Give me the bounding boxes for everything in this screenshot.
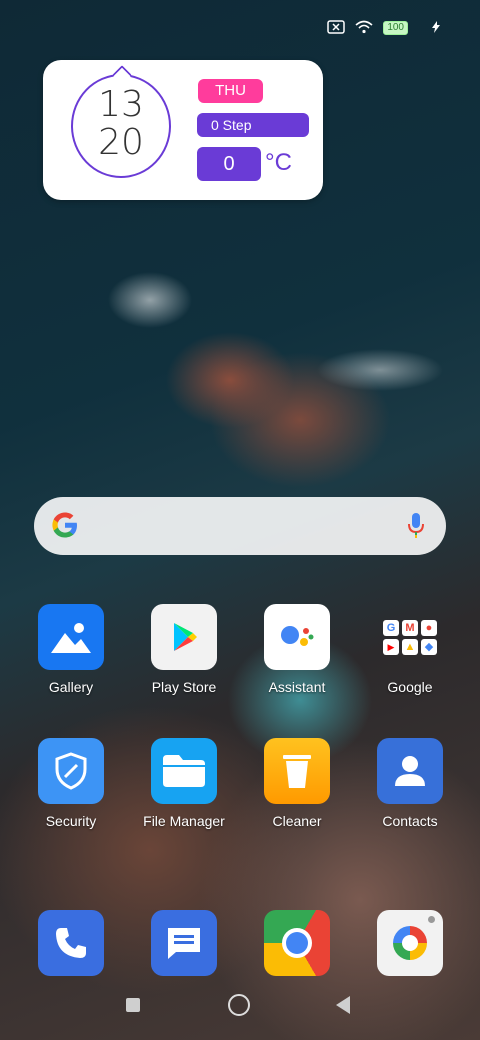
google-search-bar[interactable] — [34, 497, 446, 555]
app-camera[interactable] — [355, 910, 465, 976]
app-cleaner[interactable]: Cleaner — [242, 738, 352, 829]
app-gallery[interactable]: Gallery — [16, 604, 126, 695]
day-badge: THU — [198, 79, 263, 103]
contacts-icon — [377, 738, 443, 804]
app-messages[interactable] — [129, 910, 239, 976]
microphone-icon[interactable] — [406, 511, 426, 541]
app-phone[interactable] — [16, 910, 126, 976]
wifi-icon — [355, 20, 373, 37]
play-store-icon — [151, 604, 217, 670]
sim-off-icon — [327, 19, 346, 37]
battery-icon: 100 — [383, 21, 408, 35]
camera-icon — [377, 910, 443, 976]
temperature-unit: °C — [265, 149, 292, 176]
assistant-icon — [264, 604, 330, 670]
app-label: Assistant — [268, 679, 326, 695]
clock-weather-widget[interactable]: 13 20 THU 0 Step 0 °C — [43, 60, 323, 200]
app-chrome[interactable] — [242, 910, 352, 976]
security-icon — [38, 738, 104, 804]
app-contacts[interactable]: Contacts — [355, 738, 465, 829]
chrome-icon — [264, 910, 330, 976]
app-label: Play Store — [151, 679, 217, 695]
messages-icon — [151, 910, 217, 976]
app-label: Security — [45, 813, 97, 829]
app-security[interactable]: Security — [16, 738, 126, 829]
app-assistant[interactable]: Assistant — [242, 604, 352, 695]
temperature-value: 0 — [197, 147, 261, 181]
google-logo-icon — [52, 512, 77, 538]
step-counter: 0 Step — [197, 113, 309, 137]
app-label: Cleaner — [272, 813, 322, 829]
app-label: File Manager — [143, 813, 225, 829]
app-play-store[interactable]: Play Store — [129, 604, 239, 695]
charging-icon — [432, 20, 440, 36]
app-label: Gallery — [48, 679, 94, 695]
google-folder-icon: G M ● ▶ ▲ ◆ — [377, 604, 443, 670]
home-button[interactable] — [228, 994, 250, 1016]
trash-icon — [264, 738, 330, 804]
app-label: Google — [387, 679, 433, 695]
clock-hour: 13 — [98, 84, 144, 125]
clock-face: 13 20 — [71, 65, 171, 178]
status-bar: 100 — [327, 16, 440, 40]
navigation-bar — [0, 976, 480, 1040]
app-google-folder[interactable]: G M ● ▶ ▲ ◆ Google — [355, 604, 465, 695]
phone-icon — [38, 910, 104, 976]
gallery-icon — [38, 604, 104, 670]
back-button[interactable] — [336, 996, 350, 1014]
recents-button[interactable] — [126, 998, 140, 1012]
app-file-manager[interactable]: File Manager — [129, 738, 239, 829]
clock-minute: 20 — [98, 122, 144, 163]
app-label: Contacts — [382, 813, 438, 829]
folder-icon — [151, 738, 217, 804]
